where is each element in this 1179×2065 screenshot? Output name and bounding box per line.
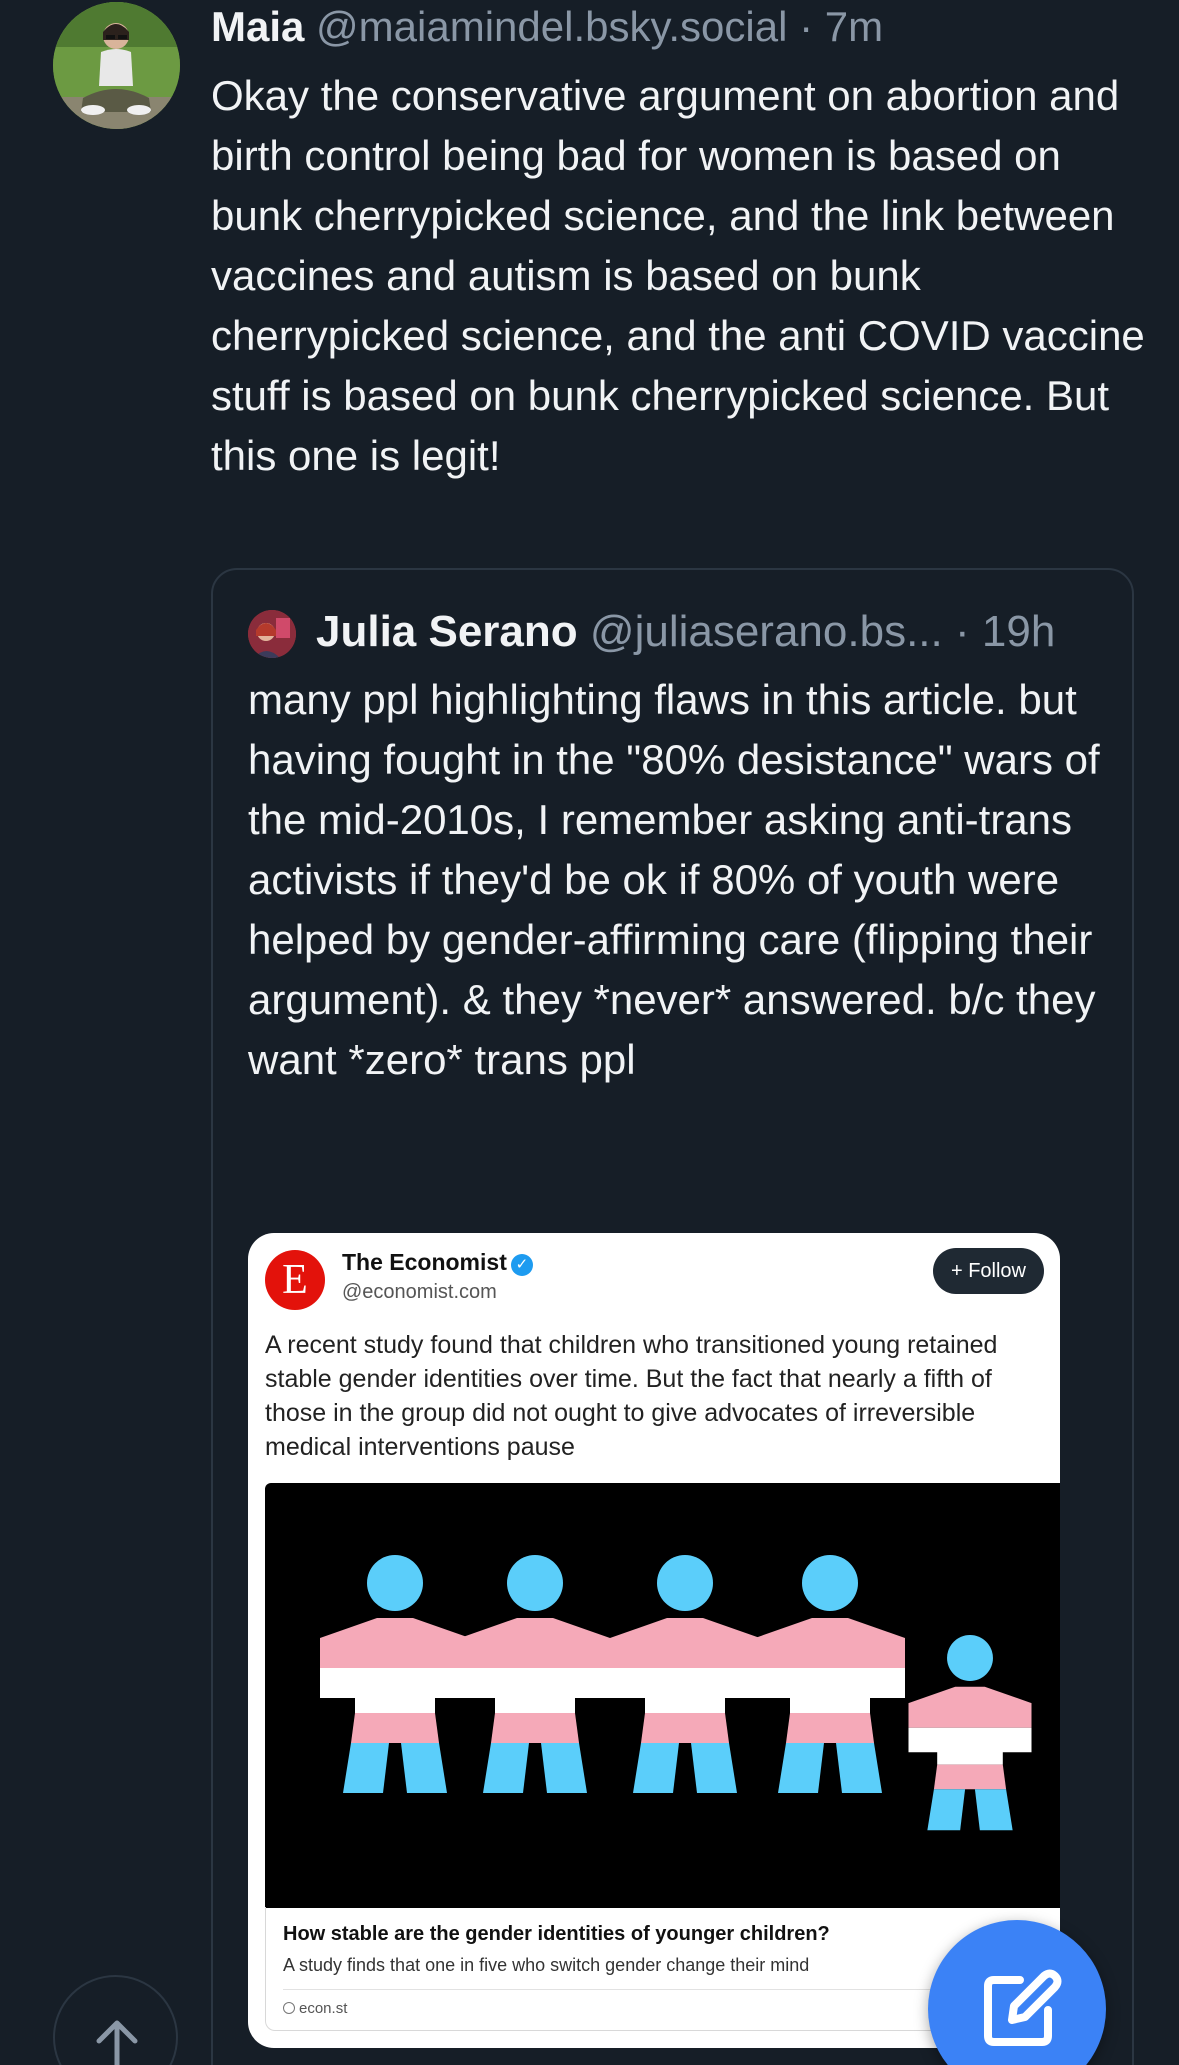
- compose-icon: [984, 1969, 1062, 2046]
- author-avatar[interactable]: [53, 2, 180, 129]
- post-timestamp[interactable]: 7m: [825, 3, 883, 50]
- separator-dot: ·: [799, 3, 814, 50]
- quote-avatar-photo: [248, 610, 296, 658]
- paper-doll-chain-graphic: [320, 1555, 1032, 1831]
- link-title: How stable are the gender identities of …: [283, 1923, 830, 1945]
- arrow-up-icon: [96, 2020, 138, 2065]
- quote-separator-dot: ·: [954, 607, 970, 656]
- link-description: A study finds that one in five who switc…: [283, 1955, 810, 1975]
- economist-logo: E: [265, 1250, 325, 1310]
- scroll-to-top-button[interactable]: [53, 1975, 178, 2065]
- paper-doll-4: [755, 1555, 905, 1793]
- post-text: Okay the conservative argument on aborti…: [211, 72, 1145, 479]
- paper-doll-3: [610, 1555, 760, 1793]
- quote-author-avatar: [248, 610, 296, 658]
- quote-text: many ppl highlighting flaws in this arti…: [248, 676, 1100, 1083]
- globe-icon: [283, 2002, 295, 2014]
- paper-doll-2: [460, 1555, 610, 1793]
- link-domain: econ.st: [283, 1999, 347, 2019]
- post-header: Maia @maiamindel.bsky.social · 7m: [211, 2, 883, 52]
- avatar-photo: [53, 2, 180, 129]
- compose-button[interactable]: [928, 1920, 1106, 2065]
- economist-account-name: The Economist ✓: [342, 1247, 533, 1277]
- paper-dolls-image: [265, 1483, 1060, 1908]
- quoted-post[interactable]: Julia Serano @juliaserano.bs... · 19h ma…: [211, 568, 1134, 2065]
- link-domain-text: econ.st: [299, 2000, 348, 2017]
- paper-doll-1: [320, 1555, 470, 1793]
- embed-caption: A recent study found that children who t…: [265, 1331, 998, 1461]
- quote-author-name: Julia Serano: [316, 607, 578, 656]
- author-handle[interactable]: @maiamindel.bsky.social: [316, 3, 787, 50]
- quote-timestamp: 19h: [981, 607, 1056, 656]
- economist-name-text: The Economist: [342, 1249, 507, 1275]
- economist-handle: @economist.com: [342, 1281, 497, 1303]
- paper-doll-child: [908, 1635, 1032, 1831]
- verified-badge-icon: ✓: [510, 1254, 533, 1276]
- author-name[interactable]: Maia: [211, 3, 304, 50]
- quote-author-handle: @juliaserano.bs...: [589, 607, 943, 656]
- follow-button: + Follow: [932, 1248, 1044, 1294]
- quote-header: Julia Serano @juliaserano.bs... · 19h: [316, 604, 1055, 660]
